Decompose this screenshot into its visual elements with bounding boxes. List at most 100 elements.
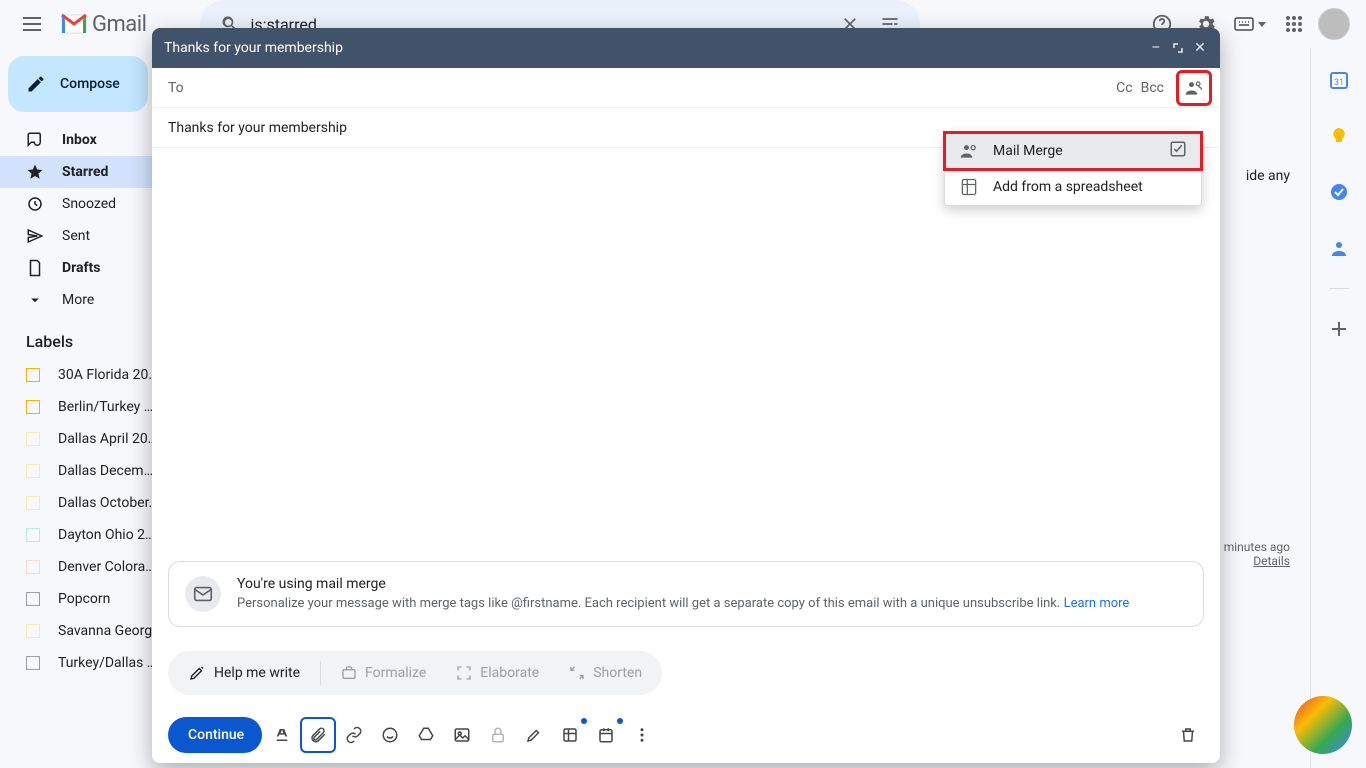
to-input[interactable] — [194, 80, 1204, 96]
label-text: Dallas October… — [58, 495, 158, 511]
confidential-mode-icon[interactable] — [482, 719, 514, 751]
ai-suggestion-bar: Help me write Formalize Elaborate Shorte… — [168, 651, 662, 695]
activity-text: minutes ago — [1224, 540, 1290, 554]
google-assistant-fab[interactable] — [1294, 696, 1352, 754]
sidebar-label: Inbox — [62, 132, 97, 148]
ccbcc: Cc Bcc — [1116, 80, 1164, 96]
addon-add-icon[interactable] — [1319, 309, 1359, 349]
suggestion-label: Shorten — [593, 665, 642, 681]
dropdown-label: Add from a spreadsheet — [993, 179, 1143, 195]
people-icon — [959, 141, 979, 161]
cc-link[interactable]: Cc — [1116, 80, 1132, 96]
compose-titlebar[interactable]: Thanks for your membership – ✕ — [152, 28, 1220, 68]
insert-emoji-icon[interactable] — [374, 719, 406, 751]
pencil-icon — [26, 74, 46, 94]
label-tag-icon — [26, 496, 40, 510]
keep-app-icon[interactable] — [1319, 116, 1359, 156]
file-icon — [26, 259, 44, 277]
label-tag-icon — [26, 400, 40, 414]
new-badge-dot — [617, 718, 623, 724]
svg-text:31: 31 — [1333, 78, 1343, 88]
insert-drive-icon[interactable] — [410, 719, 442, 751]
bcc-link[interactable]: Bcc — [1141, 80, 1164, 96]
suggestion-label: Help me write — [214, 665, 300, 681]
contacts-icon — [1184, 78, 1204, 98]
divider — [320, 661, 321, 685]
compose-window: Thanks for your membership – ✕ To Cc Bcc… — [152, 28, 1220, 763]
banner-body: Personalize your message with merge tags… — [237, 596, 1129, 611]
banner-title: You're using mail merge — [237, 576, 1129, 592]
formatting-options-icon[interactable] — [266, 719, 298, 751]
new-badge-dot — [581, 718, 587, 724]
label-text: Berlin/Turkey … — [58, 399, 153, 415]
apps-grid-icon[interactable] — [1274, 4, 1314, 44]
label-text: Dallas April 20… — [58, 431, 157, 447]
contacts-picker-button[interactable] — [1180, 74, 1208, 102]
help-me-write-button[interactable]: Help me write — [174, 655, 314, 691]
elaborate-button[interactable]: Elaborate — [442, 655, 553, 691]
sidebar-label: Starred — [62, 164, 108, 180]
label-tag-icon — [26, 592, 40, 606]
briefcase-icon — [341, 665, 357, 681]
more-options-icon[interactable] — [626, 719, 658, 751]
label-tag-icon — [26, 528, 40, 542]
label-text: 30A Florida 20… — [58, 367, 158, 383]
gmail-logo[interactable]: Gmail — [60, 12, 146, 37]
clock-icon — [26, 195, 44, 213]
compose-button[interactable]: Compose — [8, 56, 148, 112]
star-icon — [26, 163, 44, 181]
compose-body[interactable] — [152, 148, 1220, 549]
hamburger-icon — [23, 17, 41, 31]
calendar-app-icon[interactable]: 31 — [1319, 60, 1359, 100]
send-button[interactable]: Continue — [168, 717, 262, 753]
collapse-icon — [569, 665, 585, 681]
side-panel-divider — [1329, 288, 1349, 289]
insert-link-icon[interactable] — [338, 719, 370, 751]
sidebar-label: Drafts — [62, 260, 100, 276]
send-icon — [26, 227, 44, 245]
label-text: Turkey/Dallas … — [58, 655, 156, 671]
logo-text: Gmail — [92, 12, 146, 37]
label-tag-icon — [26, 432, 40, 446]
label-text: Popcorn — [58, 591, 110, 607]
discard-draft-icon[interactable] — [1172, 719, 1204, 751]
insert-signature-icon[interactable] — [518, 719, 550, 751]
send-label: Continue — [188, 727, 244, 743]
check-icon — [1169, 140, 1187, 162]
formalize-button[interactable]: Formalize — [327, 655, 440, 691]
sidebar-label: More — [62, 292, 94, 308]
pencil-sparkle-icon — [188, 664, 206, 682]
dropdown-item-spreadsheet[interactable]: Add from a spreadsheet — [945, 169, 1201, 205]
label-tag-icon — [26, 560, 40, 574]
label-text: Dallas Decem… — [58, 463, 153, 479]
label-tag-icon — [26, 464, 40, 478]
sidebar-label: Snoozed — [62, 196, 116, 212]
details-link[interactable]: Details — [1253, 554, 1290, 568]
sidebar-label: Sent — [62, 228, 90, 244]
minimize-icon[interactable]: – — [1148, 40, 1164, 56]
account-avatar[interactable] — [1318, 8, 1350, 40]
chevron-down-icon — [26, 291, 44, 309]
schedule-send-icon-wrap — [590, 719, 622, 751]
spreadsheet-icon — [959, 177, 979, 197]
contacts-app-icon[interactable] — [1319, 228, 1359, 268]
compose-title: Thanks for your membership — [164, 40, 343, 56]
suggestion-label: Elaborate — [480, 665, 539, 681]
close-icon[interactable]: ✕ — [1192, 40, 1208, 56]
insert-image-icon[interactable] — [446, 719, 478, 751]
building-blocks-icon[interactable] — [554, 719, 586, 751]
learn-more-link[interactable]: Learn more — [1064, 596, 1130, 611]
shorten-button[interactable]: Shorten — [555, 655, 656, 691]
schedule-send-icon[interactable] — [590, 719, 622, 751]
input-tools-icon[interactable] — [1230, 4, 1270, 44]
inbox-icon — [26, 131, 44, 149]
recipients-row[interactable]: To Cc Bcc — [152, 68, 1220, 108]
label-text: Savanna Georg… — [58, 623, 161, 639]
main-menu-button[interactable] — [8, 0, 56, 48]
envelope-icon — [185, 576, 221, 612]
dropdown-item-mail-merge[interactable]: Mail Merge — [945, 133, 1201, 169]
attach-file-icon[interactable] — [302, 719, 334, 751]
label-tag-icon — [26, 624, 40, 638]
fullscreen-icon[interactable] — [1170, 40, 1186, 56]
tasks-app-icon[interactable] — [1319, 172, 1359, 212]
